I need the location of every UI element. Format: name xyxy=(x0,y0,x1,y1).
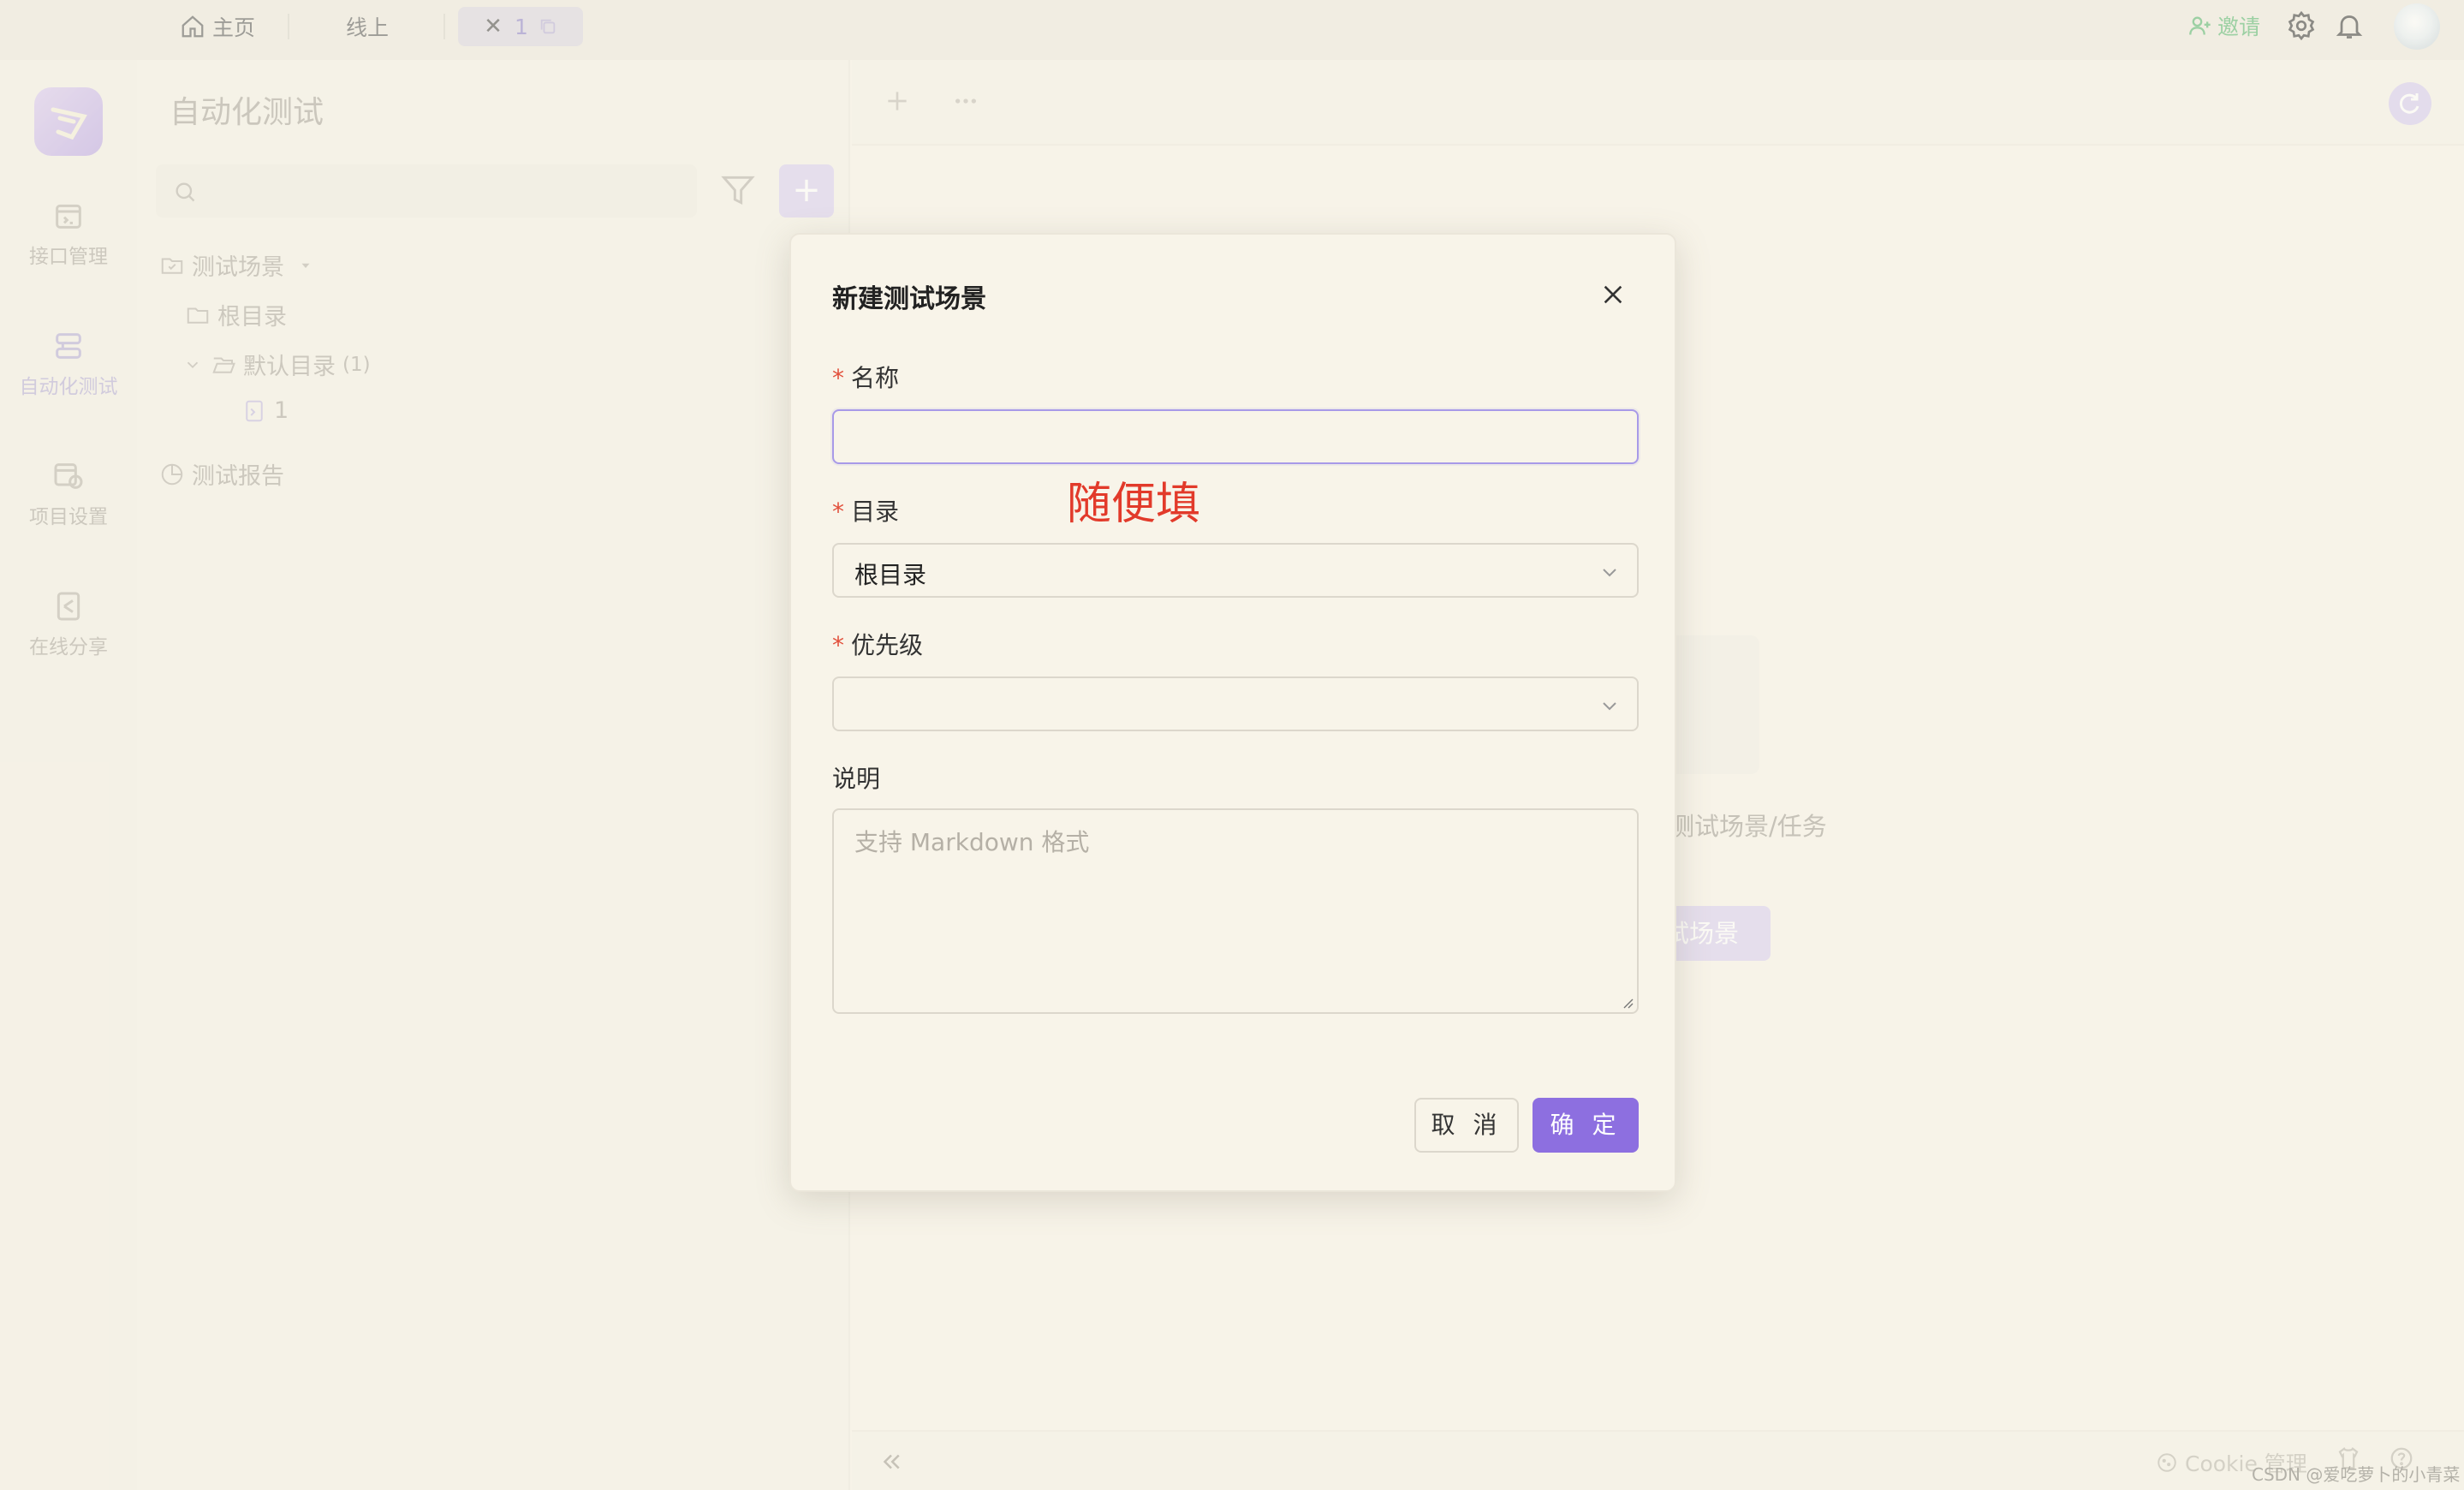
directory-label-text: 目录 xyxy=(851,498,900,526)
required-mark: * xyxy=(832,498,844,526)
name-label-text: 名称 xyxy=(851,364,900,392)
cancel-button[interactable]: 取 消 xyxy=(1414,1098,1519,1153)
description-textarea[interactable]: 支持 Markdown 格式 xyxy=(832,808,1639,1014)
chevron-down-icon xyxy=(1603,702,1616,711)
required-mark: * xyxy=(832,631,844,659)
confirm-button[interactable]: 确 定 xyxy=(1533,1098,1639,1153)
directory-select[interactable]: 根目录 xyxy=(832,543,1639,598)
chevron-down-icon xyxy=(1603,569,1616,577)
directory-select-value: 根目录 xyxy=(854,561,927,589)
priority-field-label: * 优先级 xyxy=(832,627,923,661)
name-input[interactable] xyxy=(832,409,1639,464)
description-field-label: 说明 xyxy=(832,765,881,793)
description-placeholder: 支持 Markdown 格式 xyxy=(854,828,1090,856)
directory-field-label: * 目录 xyxy=(832,493,899,527)
annotation-text: 随便填 xyxy=(1067,479,1201,530)
priority-label-text: 优先级 xyxy=(851,631,924,659)
resize-grip-icon[interactable] xyxy=(1620,995,1634,1009)
required-mark: * xyxy=(832,364,844,392)
priority-select[interactable] xyxy=(832,676,1639,731)
new-scenario-dialog: 新建测试场景 * 名称 * 目录 根目录 * 优先级 说明 支持 Markdown 格… xyxy=(789,233,1676,1192)
dialog-title: 新建测试场景 xyxy=(832,284,986,314)
name-field-label: * 名称 xyxy=(832,360,899,394)
close-icon[interactable] xyxy=(1599,281,1627,308)
